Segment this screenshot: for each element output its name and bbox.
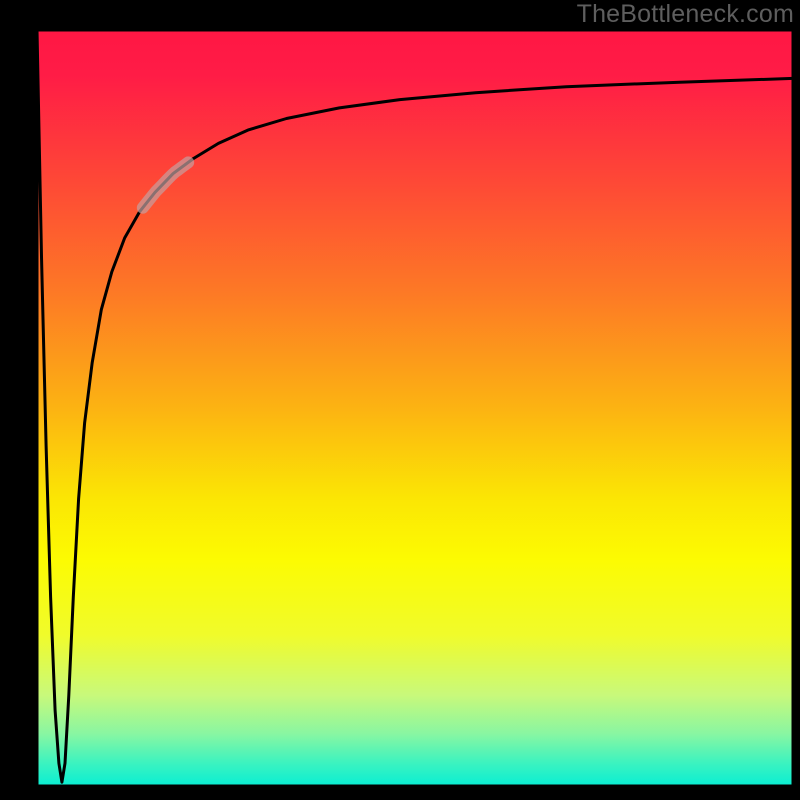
chart-frame: TheBottleneck.com bbox=[0, 0, 800, 800]
chart-svg bbox=[0, 0, 800, 800]
plot-area bbox=[37, 30, 793, 786]
watermark-text: TheBottleneck.com bbox=[577, 0, 794, 29]
